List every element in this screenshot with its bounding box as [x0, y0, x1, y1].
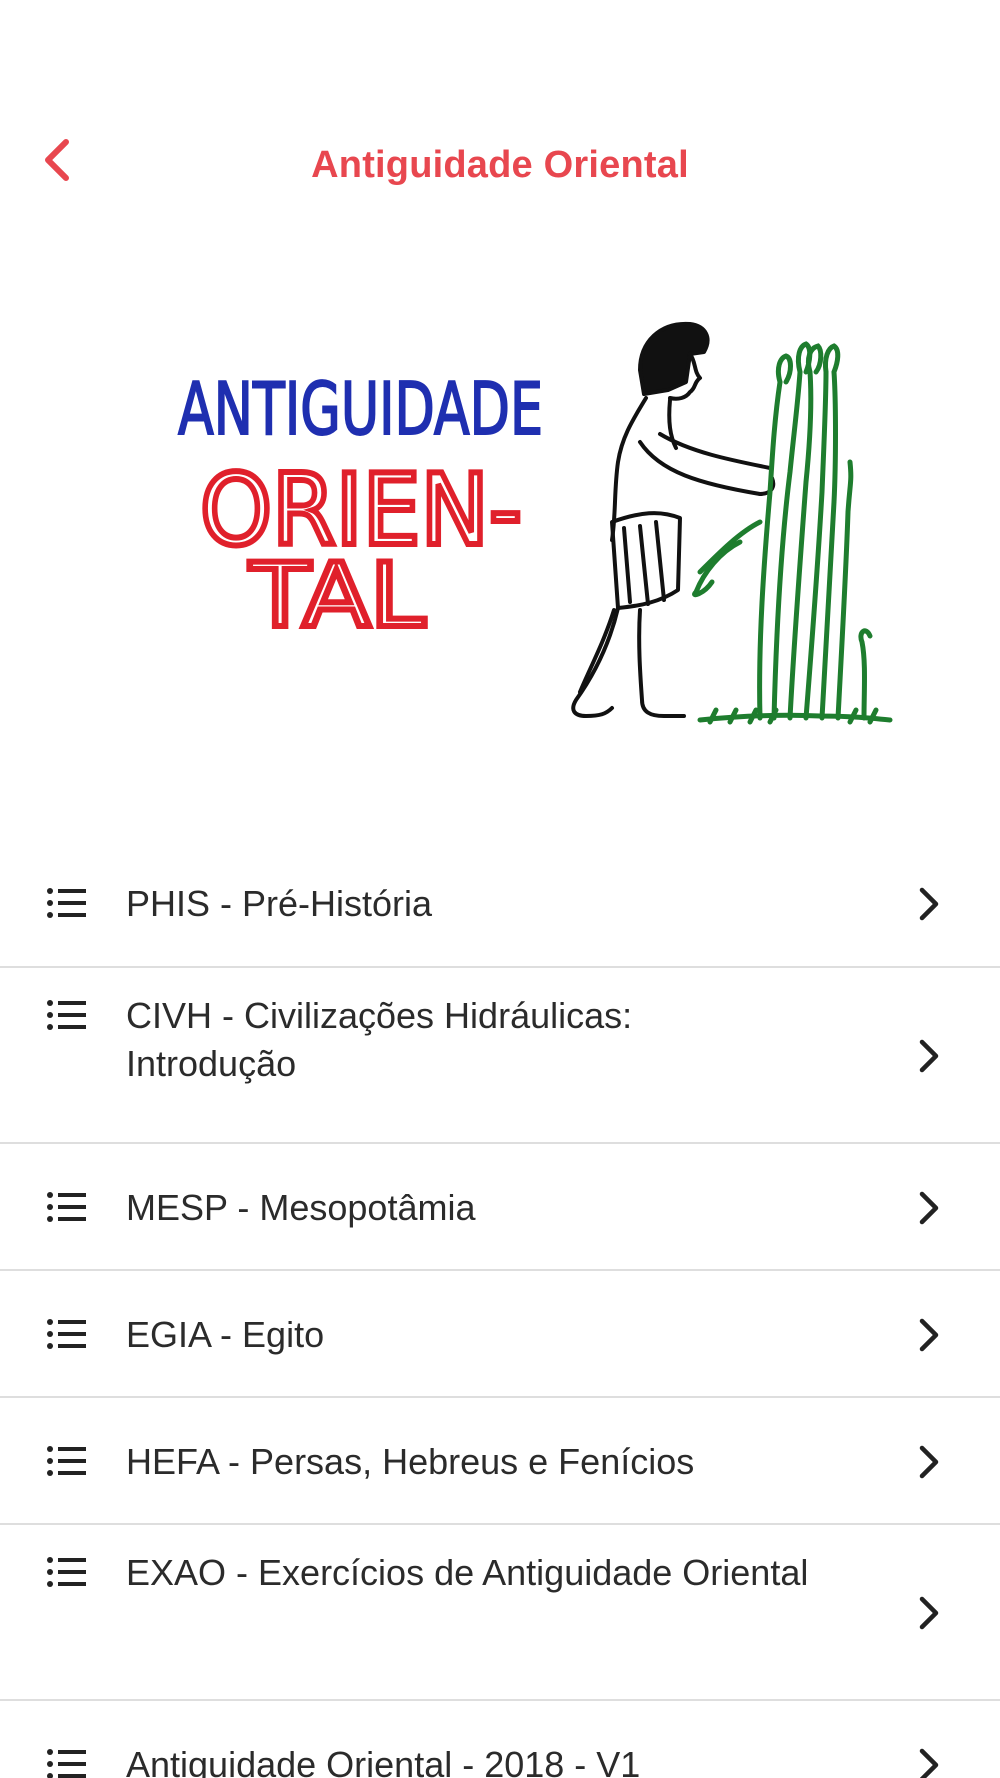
chevron-right-icon: [919, 1191, 939, 1225]
list-item-label: EGIA - Egito: [126, 1314, 325, 1355]
list-item[interactable]: EGIA - Egito: [0, 1271, 1000, 1398]
list-icon: [47, 1000, 86, 1030]
list-icon: [47, 1319, 86, 1349]
hero-illustration: ANTIGUIDADE ORIEN- TAL: [0, 222, 1000, 810]
list-icon: [47, 888, 86, 918]
chevron-right-icon: [919, 1039, 939, 1073]
top-bar: Antiguidade Oriental: [0, 110, 1000, 222]
list-item-label: PHIS - Pré-História: [126, 883, 433, 924]
list-item[interactable]: PHIS - Pré-História: [0, 840, 1000, 968]
chevron-right-icon: [919, 887, 939, 921]
list-item-label: EXAO - Exercícios de Antiguidade Orienta…: [126, 1552, 809, 1593]
page-title: Antiguidade Oriental: [311, 144, 689, 186]
list-item-label: Antiguidade Oriental - 2018 - V1: [126, 1744, 641, 1778]
list-icon: [47, 1446, 86, 1476]
chevron-right-icon: [919, 1445, 939, 1479]
list-item[interactable]: CIVH - Civilizações Hidráulicas: Introdu…: [0, 968, 1000, 1144]
chevron-right-icon: [919, 1748, 939, 1778]
list-icon: [47, 1557, 86, 1587]
list-item-label: MESP - Mesopotâmia: [126, 1187, 476, 1228]
topic-list: PHIS - Pré-História CIVH - Civilizações …: [0, 840, 1000, 1778]
list-icon: [47, 1192, 86, 1222]
list-icon: [47, 1749, 86, 1778]
farmer-figure: [571, 321, 776, 718]
chevron-right-icon: [919, 1318, 939, 1352]
list-item[interactable]: EXAO - Exercícios de Antiguidade Orienta…: [0, 1525, 1000, 1701]
list-item[interactable]: Antiguidade Oriental - 2018 - V1: [0, 1701, 1000, 1778]
list-item-label: CIVH - Civilizações Hidráulicas: Introdu…: [126, 995, 633, 1084]
hero-lettering-line1: ANTIGUIDADE: [178, 367, 543, 451]
hero-lettering-line3: TAL: [249, 544, 425, 647]
list-item[interactable]: HEFA - Persas, Hebreus e Fenícios: [0, 1398, 1000, 1525]
chevron-right-icon: [919, 1596, 939, 1630]
app-screen: Antiguidade Oriental ANTIGUIDADE ORIEN- …: [0, 0, 1000, 1778]
list-item-label: HEFA - Persas, Hebreus e Fenícios: [126, 1441, 695, 1482]
plants-drawing: [692, 341, 893, 725]
list-item[interactable]: MESP - Mesopotâmia: [0, 1144, 1000, 1271]
